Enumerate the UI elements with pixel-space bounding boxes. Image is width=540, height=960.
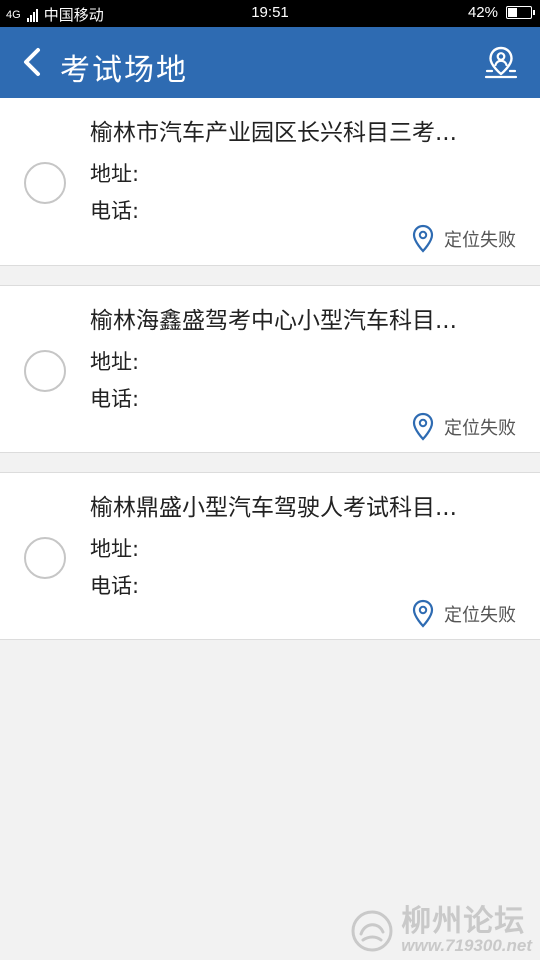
venue-address-label: 地址: [90, 350, 140, 374]
venue-phone-label: 电话: [90, 574, 140, 598]
venue-address-label: 地址: [90, 537, 140, 561]
location-status: 定位失败 [412, 224, 516, 254]
location-pin-icon [412, 599, 434, 628]
venue-phone-label: 电话: [90, 199, 140, 223]
venue-phone-label: 电话: [90, 387, 140, 411]
map-button[interactable] [480, 41, 522, 83]
venue-card[interactable]: 榆林市汽车产业园区长兴科目三考... 地址: 电话: 定位失败 [0, 98, 540, 266]
clock: 19:51 [251, 4, 289, 21]
chevron-left-icon [24, 48, 40, 76]
status-bar: 4G 中国移动 19:51 42% [0, 0, 540, 27]
status-right: 42% [467, 4, 535, 21]
venue-name: 榆林鼎盛小型汽车驾驶人考试科目... [90, 495, 457, 521]
location-status-text: 定位失败 [444, 418, 516, 439]
location-status: 定位失败 [412, 599, 516, 629]
watermark-url: www.719300.net [401, 936, 532, 955]
watermark-title: 柳州论坛 [401, 905, 526, 938]
battery-icon [506, 6, 535, 19]
battery-percent: 42% [467, 4, 498, 21]
page-title: 考试场地 [60, 53, 188, 88]
venue-name: 榆林市汽车产业园区长兴科目三考... [90, 120, 457, 146]
battery-fill [508, 8, 517, 17]
venue-name: 榆林海鑫盛驾考中心小型汽车科目... [90, 308, 457, 334]
location-status: 定位失败 [412, 412, 516, 442]
select-radio[interactable] [24, 350, 66, 392]
select-radio[interactable] [24, 162, 66, 204]
back-button[interactable] [12, 42, 52, 82]
app-bar: 考试场地 [0, 27, 540, 98]
location-status-text: 定位失败 [444, 605, 516, 626]
watermark: 柳州论坛 www.719300.net [349, 907, 532, 954]
venue-card[interactable]: 榆林海鑫盛驾考中心小型汽车科目... 地址: 电话: 定位失败 [0, 285, 540, 453]
watermark-text: 柳州论坛 www.719300.net [401, 905, 532, 955]
location-pin-icon [412, 412, 434, 441]
venue-list: 榆林市汽车产业园区长兴科目三考... 地址: 电话: 定位失败 榆林海鑫盛驾考中… [0, 98, 540, 640]
venue-address-label: 地址: [90, 162, 140, 186]
select-radio[interactable] [24, 537, 66, 579]
map-user-pin-icon [484, 46, 518, 79]
location-pin-icon [412, 224, 434, 253]
location-status-text: 定位失败 [444, 230, 516, 251]
venue-card[interactable]: 榆林鼎盛小型汽车驾驶人考试科目... 地址: 电话: 定位失败 [0, 472, 540, 640]
watermark-logo-icon [351, 910, 393, 951]
